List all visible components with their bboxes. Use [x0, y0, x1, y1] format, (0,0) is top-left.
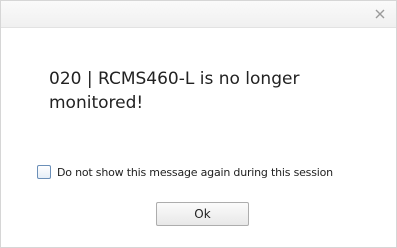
- close-icon[interactable]: [374, 8, 386, 20]
- dialog-titlebar: [1, 1, 396, 28]
- dialog-message: 020 | RCMS460-L is no longer monitored!: [49, 69, 300, 113]
- dont-show-again-row: Do not show this message again during th…: [37, 164, 333, 180]
- dont-show-again-checkbox[interactable]: [37, 165, 51, 179]
- dont-show-again-label[interactable]: Do not show this message again during th…: [57, 166, 333, 179]
- ok-button[interactable]: Ok: [156, 202, 249, 226]
- alert-dialog: 020 | RCMS460-L is no longer monitored! …: [0, 0, 397, 248]
